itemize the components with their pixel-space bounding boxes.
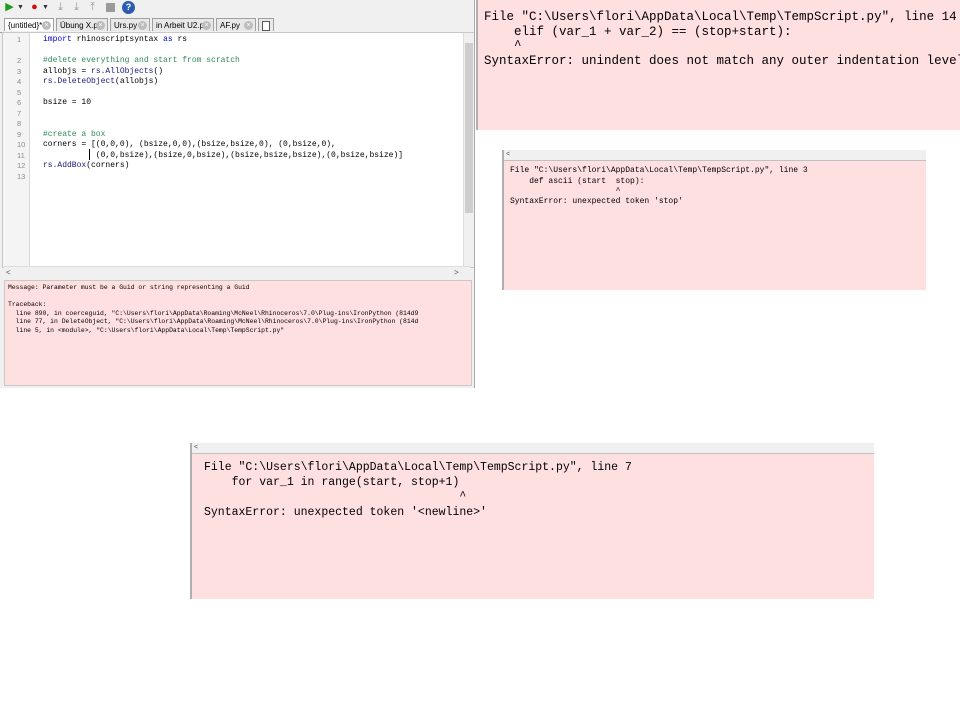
line-number: 8 [17, 119, 22, 128]
step-into-icon[interactable]: ⤓ [54, 1, 67, 14]
scroll-left-icon[interactable]: < [194, 443, 198, 453]
play-icon[interactable]: ▶ [3, 1, 16, 14]
close-icon[interactable]: × [202, 21, 211, 30]
keyword: import [43, 35, 72, 44]
line-number: 1 [17, 35, 22, 44]
code-text: (corners) [86, 161, 130, 170]
error-file-line: File "C:\Users\flori\AppData\Local\Temp\… [484, 10, 957, 24]
code-line: (0,0,bsize),(bsize,0,bsize),(bsize,bsize… [43, 150, 404, 160]
tab-label: in Arbeit U2.py [156, 21, 209, 30]
code-text: rs [172, 35, 188, 44]
error-code-line: def ascii (start stop): [510, 177, 645, 186]
run-dropdown-icon[interactable]: ▼ [17, 1, 24, 14]
line-number: 10 [17, 140, 26, 149]
line-number: 5 [17, 87, 22, 97]
code-line: rs.AddBox(corners) [43, 161, 129, 172]
error-code-line: elif (var_1 + var_2) == (stop+start): [484, 25, 792, 39]
new-tab-button[interactable] [258, 18, 274, 31]
code-line: corners = [(0,0,0), (bsize,0,0),(bsize,b… [43, 140, 336, 149]
vertical-scrollbar[interactable] [463, 33, 474, 267]
line-number: 6 [17, 98, 22, 107]
line-number: 12 [17, 161, 26, 170]
scroll-right-icon[interactable]: > [454, 267, 459, 278]
error-output-panel: File "C:\Users\flori\AppData\Local\Temp\… [476, 0, 960, 130]
tab-urs[interactable]: Urs.py × [110, 18, 150, 31]
error-message: Message: Parameter must be a Guid or str… [8, 284, 250, 291]
help-icon[interactable]: ? [122, 1, 135, 14]
function-call: rs.AllObjects [91, 66, 154, 76]
panel-scroll-bar[interactable]: < [504, 150, 926, 161]
traceback-line: line 5, in <module>, "C:\Users\flori\App… [8, 326, 285, 334]
error-message: SyntaxError: unexpected token '<newline>… [204, 506, 487, 519]
code-text: () [153, 66, 164, 76]
code-text: rhinoscriptsyntax [71, 35, 164, 44]
new-file-icon [262, 21, 270, 31]
close-icon[interactable]: × [42, 21, 51, 30]
code-line: allobjs = rs.AllObjects() [43, 67, 163, 78]
close-icon[interactable]: × [138, 21, 147, 30]
error-file-line: File "C:\Users\flori\AppData\Local\Temp\… [510, 166, 808, 175]
traceback-line: line 890, in coerceguid, "C:\Users\flori… [8, 309, 419, 317]
close-icon[interactable]: × [96, 21, 105, 30]
tab-in-arbeit-u2[interactable]: in Arbeit U2.py × [152, 18, 214, 31]
code-line: import rhinoscriptsyntax as rs [43, 35, 187, 46]
scroll-left-icon[interactable]: < [6, 267, 11, 278]
tab-label: AF.py [220, 21, 241, 30]
line-number: 9 [17, 129, 22, 139]
function-call: rs.AddBox [43, 161, 87, 170]
error-caret: ^ [510, 187, 621, 196]
scrollbar-thumb[interactable] [465, 43, 473, 213]
traceback-label: Traceback: [8, 301, 47, 308]
line-number: 11 [17, 150, 25, 160]
code-editor[interactable]: 1 2 3 4 5 6 7 8 9 10 11 12 13 import rhi… [2, 32, 474, 268]
code-comment: #delete everything and start from scratc… [43, 56, 240, 65]
file-tab-bar: {untitled}* × Übung X.py × Urs.py × in A… [0, 17, 474, 33]
error-code-line: for var_1 in range(start, stop+1) [204, 476, 460, 489]
error-message: SyntaxError: unexpected token 'stop' [510, 197, 683, 206]
step-out-icon[interactable]: ⤒ [86, 1, 99, 14]
code-comment: #create a box [43, 129, 106, 139]
error-caret: ^ [204, 490, 467, 503]
code-text: allobjs = [43, 66, 92, 76]
record-icon[interactable]: ● [28, 1, 41, 14]
function-call: rs.DeleteObject [43, 77, 116, 86]
step-over-icon[interactable]: ⤓ [70, 1, 83, 14]
tab-label: {untitled}* [8, 21, 43, 30]
editor-toolbar: ▶ ▼ ● ▼ ⤓ ⤓ ⤒ ? [0, 0, 474, 16]
line-number: 4 [17, 77, 22, 86]
traceback-line: line 77, in DeleteObject, "C:\Users\flor… [8, 318, 419, 325]
line-number-gutter: 1 2 3 4 5 6 7 8 9 10 11 12 13 [3, 33, 30, 267]
line-number: 13 [17, 171, 26, 181]
debug-dropdown-icon[interactable]: ▼ [42, 1, 49, 14]
script-editor-window: ▶ ▼ ● ▼ ⤓ ⤓ ⤒ ? {untitled}* × Übung X.py… [0, 0, 475, 388]
error-output-panel: < File "C:\Users\flori\AppData\Local\Tem… [502, 150, 926, 290]
line-number: 3 [17, 66, 22, 76]
code-line: rs.DeleteObject(allobjs) [43, 77, 158, 88]
keyword: as [163, 35, 173, 44]
code-text: (allobjs) [115, 77, 159, 86]
horizontal-scrollbar[interactable]: < > [4, 266, 470, 278]
error-output-panel: < File "C:\Users\flori\AppData\Local\Tem… [190, 443, 874, 599]
error-caret: ^ [484, 39, 522, 53]
tab-af[interactable]: AF.py × [216, 18, 256, 31]
scroll-left-icon[interactable]: < [506, 150, 510, 160]
code-line: bsize = 10 [43, 98, 92, 107]
line-number: 7 [17, 108, 22, 118]
close-icon[interactable]: × [244, 21, 253, 30]
text-cursor [89, 149, 90, 160]
output-message-pane: Message: Parameter must be a Guid or str… [4, 280, 472, 386]
stop-icon[interactable] [104, 1, 117, 14]
error-file-line: File "C:\Users\flori\AppData\Local\Temp\… [204, 461, 632, 474]
line-number: 2 [17, 56, 22, 65]
error-message: SyntaxError: unindent does not match any… [484, 54, 960, 68]
tab-label: Urs.py [114, 21, 138, 30]
tab-uebung-x[interactable]: Übung X.py × [56, 18, 108, 31]
panel-scroll-bar[interactable]: < [192, 443, 874, 454]
tab-untitled[interactable]: {untitled}* × [4, 18, 54, 31]
